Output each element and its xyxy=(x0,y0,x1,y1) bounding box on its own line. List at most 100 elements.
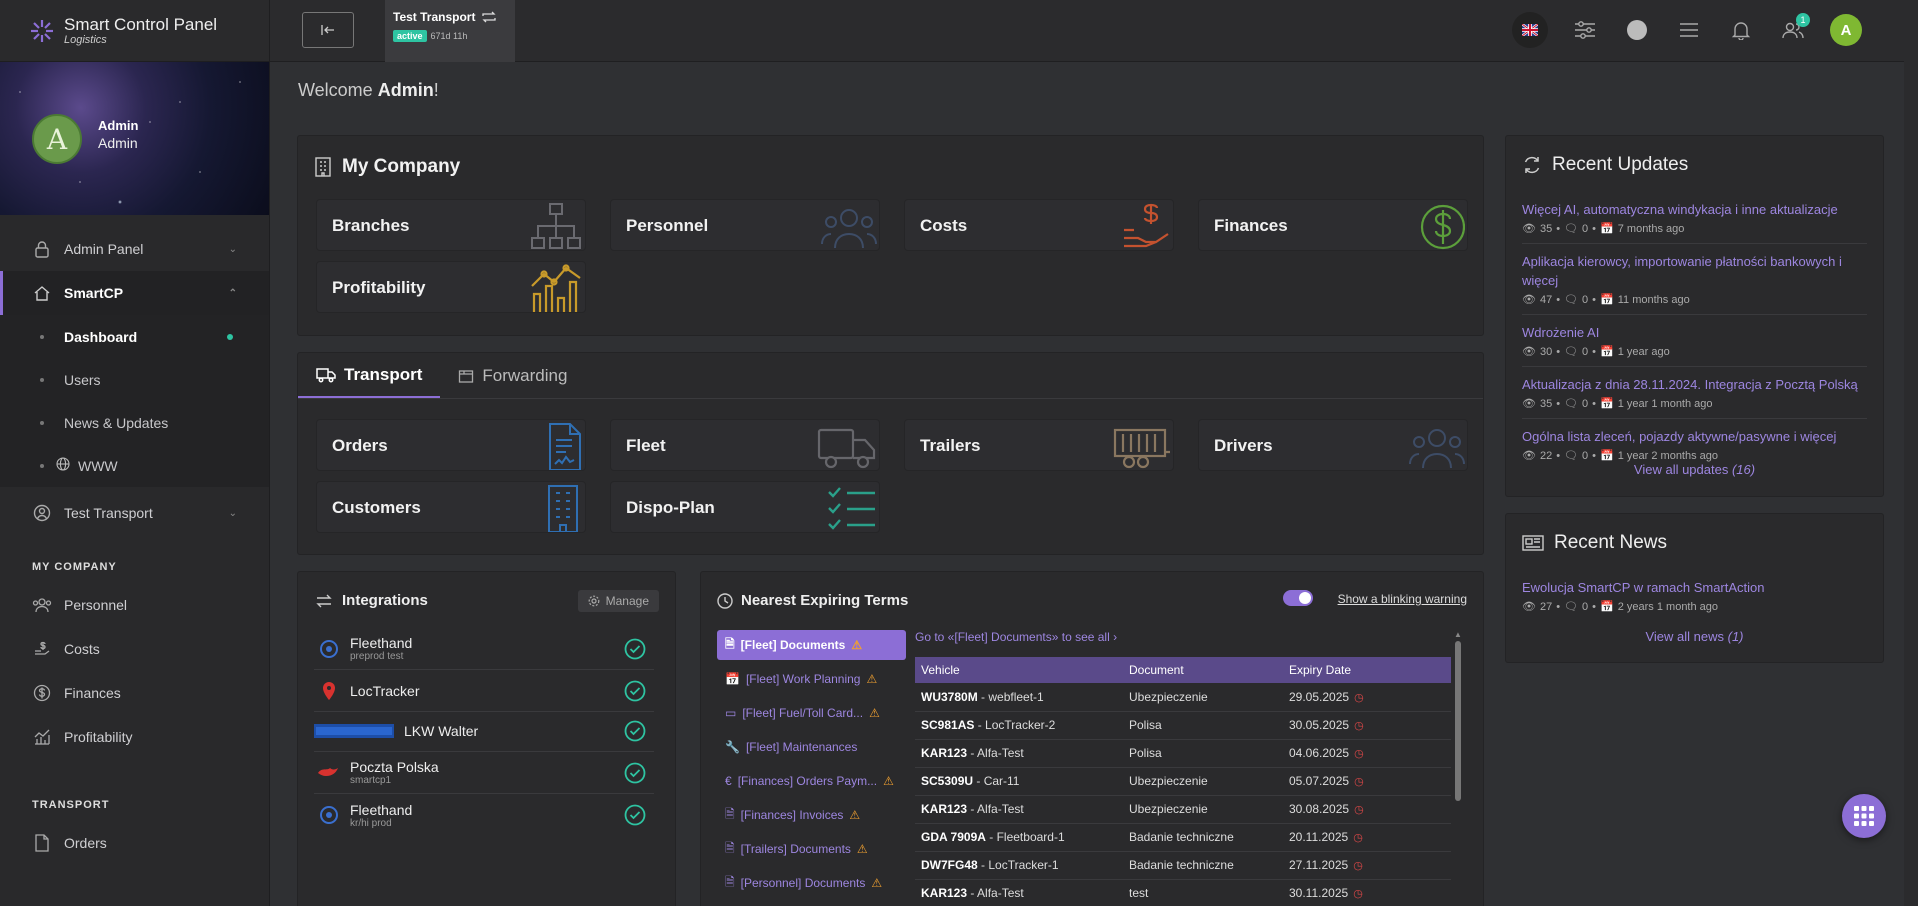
item-link[interactable]: Wdrożenie AI xyxy=(1522,323,1867,342)
sidebar-item-label: Test Transport xyxy=(64,505,153,521)
sidebar-item-users[interactable]: Users xyxy=(0,358,269,401)
integration-row[interactable]: Fleethand preprod test xyxy=(314,628,654,670)
recent-updates-panel: Recent Updates Więcej AI, automatyczna w… xyxy=(1505,135,1884,497)
sidebar-item-www[interactable]: WWW xyxy=(0,444,269,487)
sidebar-item-news[interactable]: News & Updates xyxy=(0,401,269,444)
avatar[interactable]: A xyxy=(32,114,82,164)
terms-fleet-work-planning[interactable]: 📅 [Fleet] Work Planning ⚠ xyxy=(717,664,906,694)
theme-toggle-icon[interactable] xyxy=(1622,15,1652,45)
tile-trailers[interactable]: Trailers xyxy=(904,419,1174,471)
terms-finances-orders-payments[interactable]: € [Finances] Orders Paym... ⚠ xyxy=(717,766,906,796)
item-link[interactable]: Więcej AI, automatyczna windykacja i inn… xyxy=(1522,200,1867,219)
plate: KAR123 xyxy=(921,886,968,900)
blink-toggle-label[interactable]: Show a blinking warning xyxy=(1338,592,1467,606)
term-label: [Personnel] Documents xyxy=(740,876,866,890)
integration-row[interactable]: Poczta Polska smartcp1 xyxy=(314,752,654,794)
warning-icon: ⚠ xyxy=(856,842,868,856)
sidebar-item-test-transport[interactable]: Test Transport ⌄ xyxy=(0,491,269,535)
tile-profitability[interactable]: Profitability xyxy=(316,261,586,313)
view-all-news-link[interactable]: View all news (1) xyxy=(1506,629,1883,644)
tile-personnel[interactable]: Personnel xyxy=(610,199,880,251)
terms-fleet-maintenances[interactable]: 🔧 [Fleet] Maintenances xyxy=(717,732,906,762)
integration-row[interactable]: Fleethand kr/hi prod xyxy=(314,794,654,836)
integration-row[interactable]: LKW Walter xyxy=(314,710,654,752)
sidebar-item-profitability[interactable]: Profitability xyxy=(0,715,269,759)
apps-grid-button[interactable] xyxy=(1842,794,1886,838)
terms-trailers-documents[interactable]: 🗎 [Trailers] Documents ⚠ xyxy=(717,834,906,864)
views-count: 35 xyxy=(1539,397,1553,410)
bell-icon[interactable] xyxy=(1726,15,1756,45)
tile-fleet[interactable]: Fleet xyxy=(610,419,880,471)
integration-row[interactable]: LocTracker xyxy=(314,670,654,712)
tile-customers[interactable]: Customers xyxy=(316,481,586,533)
item-link[interactable]: Ogólna lista zleceń, pojazdy aktywne/pas… xyxy=(1522,427,1867,446)
lock-icon xyxy=(32,239,52,259)
table-row[interactable]: WU3780M - webfleet-1 Ubezpieczenie 29.05.2… xyxy=(915,683,1451,712)
table-row[interactable]: SC981AS - LocTracker-2 Polisa 30.05.2025 ◷ xyxy=(915,711,1451,740)
table-row[interactable]: KAR123 - Alfa-Test Ubezpieczenie 30.08.202… xyxy=(915,795,1451,824)
terms-personnel-documents[interactable]: 🗎 [Personnel] Documents ⚠ xyxy=(717,868,906,898)
terms-fleet-documents[interactable]: 🗎 [Fleet] Documents ⚠ xyxy=(717,630,906,660)
avatar[interactable]: A xyxy=(1830,14,1862,46)
tile-label: Branches xyxy=(332,216,410,235)
goto-documents-link[interactable]: Go to «[Fleet] Documents» to see all › xyxy=(915,630,1117,644)
table-row[interactable]: KAR123 - Alfa-Test Polisa 04.06.2025 ◷ xyxy=(915,739,1451,768)
page-scrollbar[interactable] xyxy=(1904,0,1918,906)
views-count: 35 xyxy=(1539,222,1553,235)
menu-icon[interactable] xyxy=(1674,15,1704,45)
switch-icon[interactable] xyxy=(481,11,497,23)
sidebar-item-admin-panel[interactable]: Admin Panel ⌄ xyxy=(0,227,269,271)
sidebar-item-costs[interactable]: Costs xyxy=(0,627,269,671)
table-row[interactable]: SC5309U - Car-11 Ubezpieczenie 05.07.2025 … xyxy=(915,767,1451,796)
expiring-terms-panel: Nearest Expiring Terms Show a blinking w… xyxy=(700,571,1484,906)
list-item: Ewolucja SmartCP w ramach SmartAction 👁 27… xyxy=(1522,570,1867,621)
tab-transport[interactable]: Transport xyxy=(298,353,441,398)
my-company-title: My Company xyxy=(342,156,461,177)
item-link[interactable]: Ewolucja SmartCP w ramach SmartAction xyxy=(1522,578,1867,597)
brand[interactable]: Smart Control Panel Logistics xyxy=(0,0,269,62)
sidebar-item-orders[interactable]: Orders xyxy=(0,821,269,865)
terms-finances-invoices[interactable]: 🗎 [Finances] Invoices ⚠ xyxy=(717,800,906,830)
table-scrollbar[interactable]: ▲ xyxy=(1454,630,1462,880)
manage-button[interactable]: Manage xyxy=(577,590,659,612)
table-row[interactable]: KAR123 - Alfa-Test test 30.11.2025 ◷ xyxy=(915,879,1451,906)
list-item: Aplikacja kierowcy, importowanie płatnoś… xyxy=(1522,244,1867,315)
truck-icon xyxy=(817,428,876,469)
table-row[interactable]: GDA 7909A - Fleetboard-1 Badanie technicz… xyxy=(915,823,1451,852)
blink-toggle[interactable] xyxy=(1283,590,1313,606)
sidebar-item-smartcp[interactable]: SmartCP ⌃ xyxy=(0,271,269,315)
column-header[interactable]: Expiry Date xyxy=(1283,657,1451,683)
column-header[interactable]: Vehicle xyxy=(915,657,1123,683)
sidebar-item-dashboard[interactable]: Dashboard xyxy=(0,315,269,358)
chevron-right-icon: › xyxy=(1113,630,1118,644)
table-row[interactable]: DW7FG48 - LocTracker-1 Badanie techniczne… xyxy=(915,851,1451,880)
chevron-down-icon: ⌄ xyxy=(228,507,237,519)
logo-icon xyxy=(31,19,53,42)
sliders-icon[interactable] xyxy=(1570,15,1600,45)
sidebar-item-personnel[interactable]: Personnel xyxy=(0,583,269,627)
tile-drivers[interactable]: Drivers xyxy=(1198,419,1468,471)
open-tab-test-transport[interactable]: Test Transport active 671d 11h xyxy=(385,0,515,62)
list-item: Wdrożenie AI 👁 30 • 🗨 0 • 📅 1 year ago xyxy=(1522,315,1867,367)
users-icon[interactable]: 1 xyxy=(1778,13,1810,45)
tile-branches[interactable]: Branches xyxy=(316,199,586,251)
expiry-cell: 27.11.2025 ◷ xyxy=(1283,851,1451,880)
sidebar-item-finances[interactable]: Finances xyxy=(0,671,269,715)
item-link[interactable]: Aplikacja kierowcy, importowanie płatnoś… xyxy=(1522,252,1867,290)
item-link[interactable]: Aktualizacja z dnia 28.11.2024. Integrac… xyxy=(1522,375,1867,394)
plate: SC5309U xyxy=(921,774,974,788)
view-all-updates-link[interactable]: View all updates (16) xyxy=(1506,462,1883,477)
column-header[interactable]: Document xyxy=(1123,657,1283,683)
vehicle-cell: KAR123 - Alfa-Test xyxy=(915,795,1123,824)
collapse-sidebar-button[interactable] xyxy=(302,12,354,48)
clock-icon: ◷ xyxy=(1351,691,1364,704)
tile-costs[interactable]: Costs xyxy=(904,199,1174,251)
language-flag-icon[interactable] xyxy=(1512,12,1548,48)
comment-icon: 🗨 xyxy=(1564,398,1579,410)
tile-dispo-plan[interactable]: Dispo-Plan xyxy=(610,481,880,533)
tile-finances[interactable]: Finances xyxy=(1198,199,1468,251)
tile-orders[interactable]: Orders xyxy=(316,419,586,471)
tab-forwarding[interactable]: Forwarding xyxy=(440,353,585,398)
sidebar-item-label: SmartCP xyxy=(64,285,124,301)
terms-fleet-fuel-card[interactable]: ▭ [Fleet] Fuel/Toll Card... ⚠ xyxy=(717,698,906,728)
